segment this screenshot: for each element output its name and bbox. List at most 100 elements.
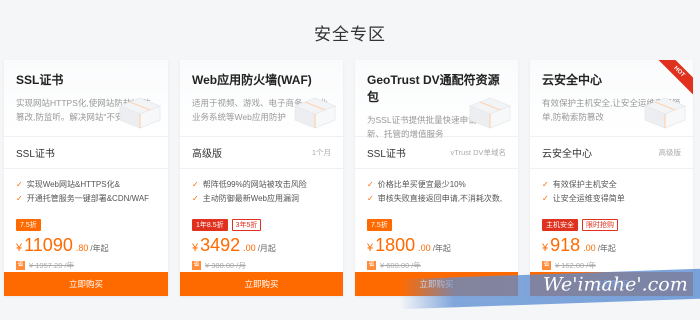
feature-item: ✓ 有效保护主机安全 xyxy=(542,178,681,192)
feature-text: 有效保护主机安全 xyxy=(552,180,617,189)
price-currency: ¥ xyxy=(542,242,549,254)
price-amount: 918 xyxy=(550,235,581,255)
feature-item: ✓ 让安全运维变得简单 xyxy=(542,192,681,206)
discount-tag: 主机安全 xyxy=(542,219,578,231)
edition-note: 高级版 xyxy=(658,148,682,157)
price-currency: ¥ xyxy=(192,242,199,254)
card-header: 云安全中心 有效保护主机安全,让安全运维变得简单,防勒索防篡改 xyxy=(530,60,693,137)
discount-tags: 1年8.5折 3年5折 xyxy=(180,219,343,233)
price-unit: /年起 xyxy=(597,244,616,253)
product-box-icon xyxy=(118,97,162,129)
product-card[interactable]: SSL证书 实现网站HTTPS化,使网站防劫持,防篡改,防监听。解决网站"不安全… xyxy=(4,60,168,296)
save-icon: 省 xyxy=(367,260,376,270)
edition-selector[interactable]: SSL证书 vTrust DV单域名 xyxy=(355,137,518,169)
edition-note: vTrust DV单域名 xyxy=(450,148,506,157)
feature-list: ✓ 帮阵低99%的网站被攻击风险 ✓ 主动防御最新Web应用漏洞 xyxy=(180,169,343,219)
edition-label: SSL证书 xyxy=(16,149,55,160)
save-icon: 省 xyxy=(16,260,25,270)
feature-item: ✓ 审核失败直接返回申请,不消耗次数, xyxy=(367,192,506,206)
discount-tag: 7.5折 xyxy=(367,219,392,231)
card-header: Web应用防火墙(WAF) 适用于视频、游戏、电子商务、企业业务系统等Web应用… xyxy=(180,60,343,137)
feature-text: 让安全运维变得简单 xyxy=(552,194,625,203)
check-icon: ✓ xyxy=(192,180,199,189)
feature-text: 主动防御最新Web应用漏洞 xyxy=(202,194,300,203)
price-currency: ¥ xyxy=(367,242,374,254)
price-decimal: .00 xyxy=(243,243,256,253)
feature-list: ✓ 有效保护主机安全 ✓ 让安全运维变得简单 xyxy=(530,169,693,219)
product-name: SSL证书 xyxy=(16,73,64,87)
price-unit: /年起 xyxy=(432,244,451,253)
price-unit: /月起 xyxy=(257,244,276,253)
price-unit: /年起 xyxy=(90,244,109,253)
product-card[interactable]: GeoTrust DV通配符资源包 为SSL证书提供批量快速申请、更新、托管的增… xyxy=(355,60,518,296)
buy-now-button[interactable]: 立即购买 xyxy=(4,272,168,296)
original-price-row: 省 ¥ 388.00 /月 xyxy=(180,257,343,271)
save-icon: 省 xyxy=(542,260,551,270)
check-icon: ✓ xyxy=(16,180,23,189)
price: ¥ 918 .00 /年起 xyxy=(530,233,693,257)
price-decimal: .00 xyxy=(418,243,431,253)
discount-tags: 7.5折 xyxy=(355,219,518,233)
price-amount: 1800 xyxy=(375,235,416,255)
feature-text: 帮阵低99%的网站被攻击风险 xyxy=(202,180,307,189)
price: ¥ 11090 .80 /年起 xyxy=(4,233,168,257)
product-box-icon xyxy=(293,97,337,129)
feature-text: 审核失败直接返回申请,不消耗次数, xyxy=(377,194,503,203)
price-amount: 11090 xyxy=(24,235,73,255)
edition-selector[interactable]: SSL证书 xyxy=(4,137,168,169)
save-icon: 省 xyxy=(192,260,201,270)
price-decimal: .00 xyxy=(583,243,596,253)
product-cards: SSL证书 实现网站HTTPS化,使网站防劫持,防篡改,防监听。解决网站"不安全… xyxy=(4,60,693,296)
feature-text: 价格比单买便宜最少10% xyxy=(377,180,466,189)
discount-tags: 7.5折 xyxy=(4,219,168,233)
price-currency: ¥ xyxy=(16,242,23,254)
card-header: SSL证书 实现网站HTTPS化,使网站防劫持,防篡改,防监听。解决网站"不安全… xyxy=(4,60,168,137)
feature-item: ✓ 价格比单买便宜最少10% xyxy=(367,178,506,192)
product-name: Web应用防火墙(WAF) xyxy=(192,73,312,87)
original-price: ¥ 1957.20 /年 xyxy=(29,260,75,270)
discount-tag: 限时抢购 xyxy=(582,219,618,231)
check-icon: ✓ xyxy=(367,194,374,203)
original-price: ¥ 600.00 /年 xyxy=(380,260,421,270)
edition-note: 1个月 xyxy=(311,148,331,157)
original-price-row: 省 ¥ 1957.20 /年 xyxy=(4,257,168,271)
feature-item: ✓ 实现Web网站&HTTPS化& xyxy=(16,178,156,192)
edition-label: SSL证书 xyxy=(367,149,406,160)
check-icon: ✓ xyxy=(367,180,374,189)
edition-selector[interactable]: 云安全中心 高级版 xyxy=(530,137,693,169)
feature-list: ✓ 实现Web网站&HTTPS化& ✓ 开通托管服务一键部署&CDN/WAF xyxy=(4,169,168,219)
feature-text: 实现Web网站&HTTPS化& xyxy=(26,180,120,189)
card-header: GeoTrust DV通配符资源包 为SSL证书提供批量快速申请、更新、托管的增… xyxy=(355,60,518,139)
price: ¥ 1800 .00 /年起 xyxy=(355,233,518,257)
edition-label: 云安全中心 xyxy=(542,149,592,160)
discount-tag: 3年5折 xyxy=(231,219,262,231)
check-icon: ✓ xyxy=(542,194,549,203)
price-amount: 3492 xyxy=(200,235,241,255)
discount-tags: 主机安全 限时抢购 xyxy=(530,219,693,233)
feature-item: ✓ 主动防御最新Web应用漏洞 xyxy=(192,192,331,206)
check-icon: ✓ xyxy=(542,180,549,189)
check-icon: ✓ xyxy=(192,194,199,203)
feature-list: ✓ 价格比单买便宜最少10% ✓ 审核失败直接返回申请,不消耗次数, xyxy=(355,169,518,219)
product-card[interactable]: Web应用防火墙(WAF) 适用于视频、游戏、电子商务、企业业务系统等Web应用… xyxy=(180,60,343,296)
product-box-icon xyxy=(468,97,512,129)
check-icon: ✓ xyxy=(16,194,23,203)
section-title: 安全专区 xyxy=(314,25,386,44)
feature-item: ✓ 帮阵低99%的网站被攻击风险 xyxy=(192,178,331,192)
discount-tag: 7.5折 xyxy=(16,219,41,231)
price-decimal: .80 xyxy=(75,243,89,253)
watermark-text: We'imahe'.com xyxy=(543,273,688,296)
edition-selector[interactable]: 高级版 1个月 xyxy=(180,137,343,169)
buy-now-button[interactable]: 立即购买 xyxy=(180,272,343,296)
discount-tag: 1年8.5折 xyxy=(192,219,228,231)
original-price: ¥ 162.00 /年 xyxy=(555,260,596,270)
product-card[interactable]: 云安全中心 有效保护主机安全,让安全运维变得简单,防勒索防篡改 云安全中心 高级… xyxy=(530,60,693,296)
original-price: ¥ 388.00 /月 xyxy=(205,260,246,270)
product-name: 云安全中心 xyxy=(542,73,603,87)
feature-item: ✓ 开通托管服务一键部署&CDN/WAF xyxy=(16,192,156,206)
feature-text: 开通托管服务一键部署&CDN/WAF xyxy=(26,194,150,203)
original-price-row: 省 ¥ 600.00 /年 xyxy=(355,257,518,271)
price: ¥ 3492 .00 /月起 xyxy=(180,233,343,257)
edition-label: 高级版 xyxy=(192,149,222,160)
product-box-icon xyxy=(643,97,687,129)
